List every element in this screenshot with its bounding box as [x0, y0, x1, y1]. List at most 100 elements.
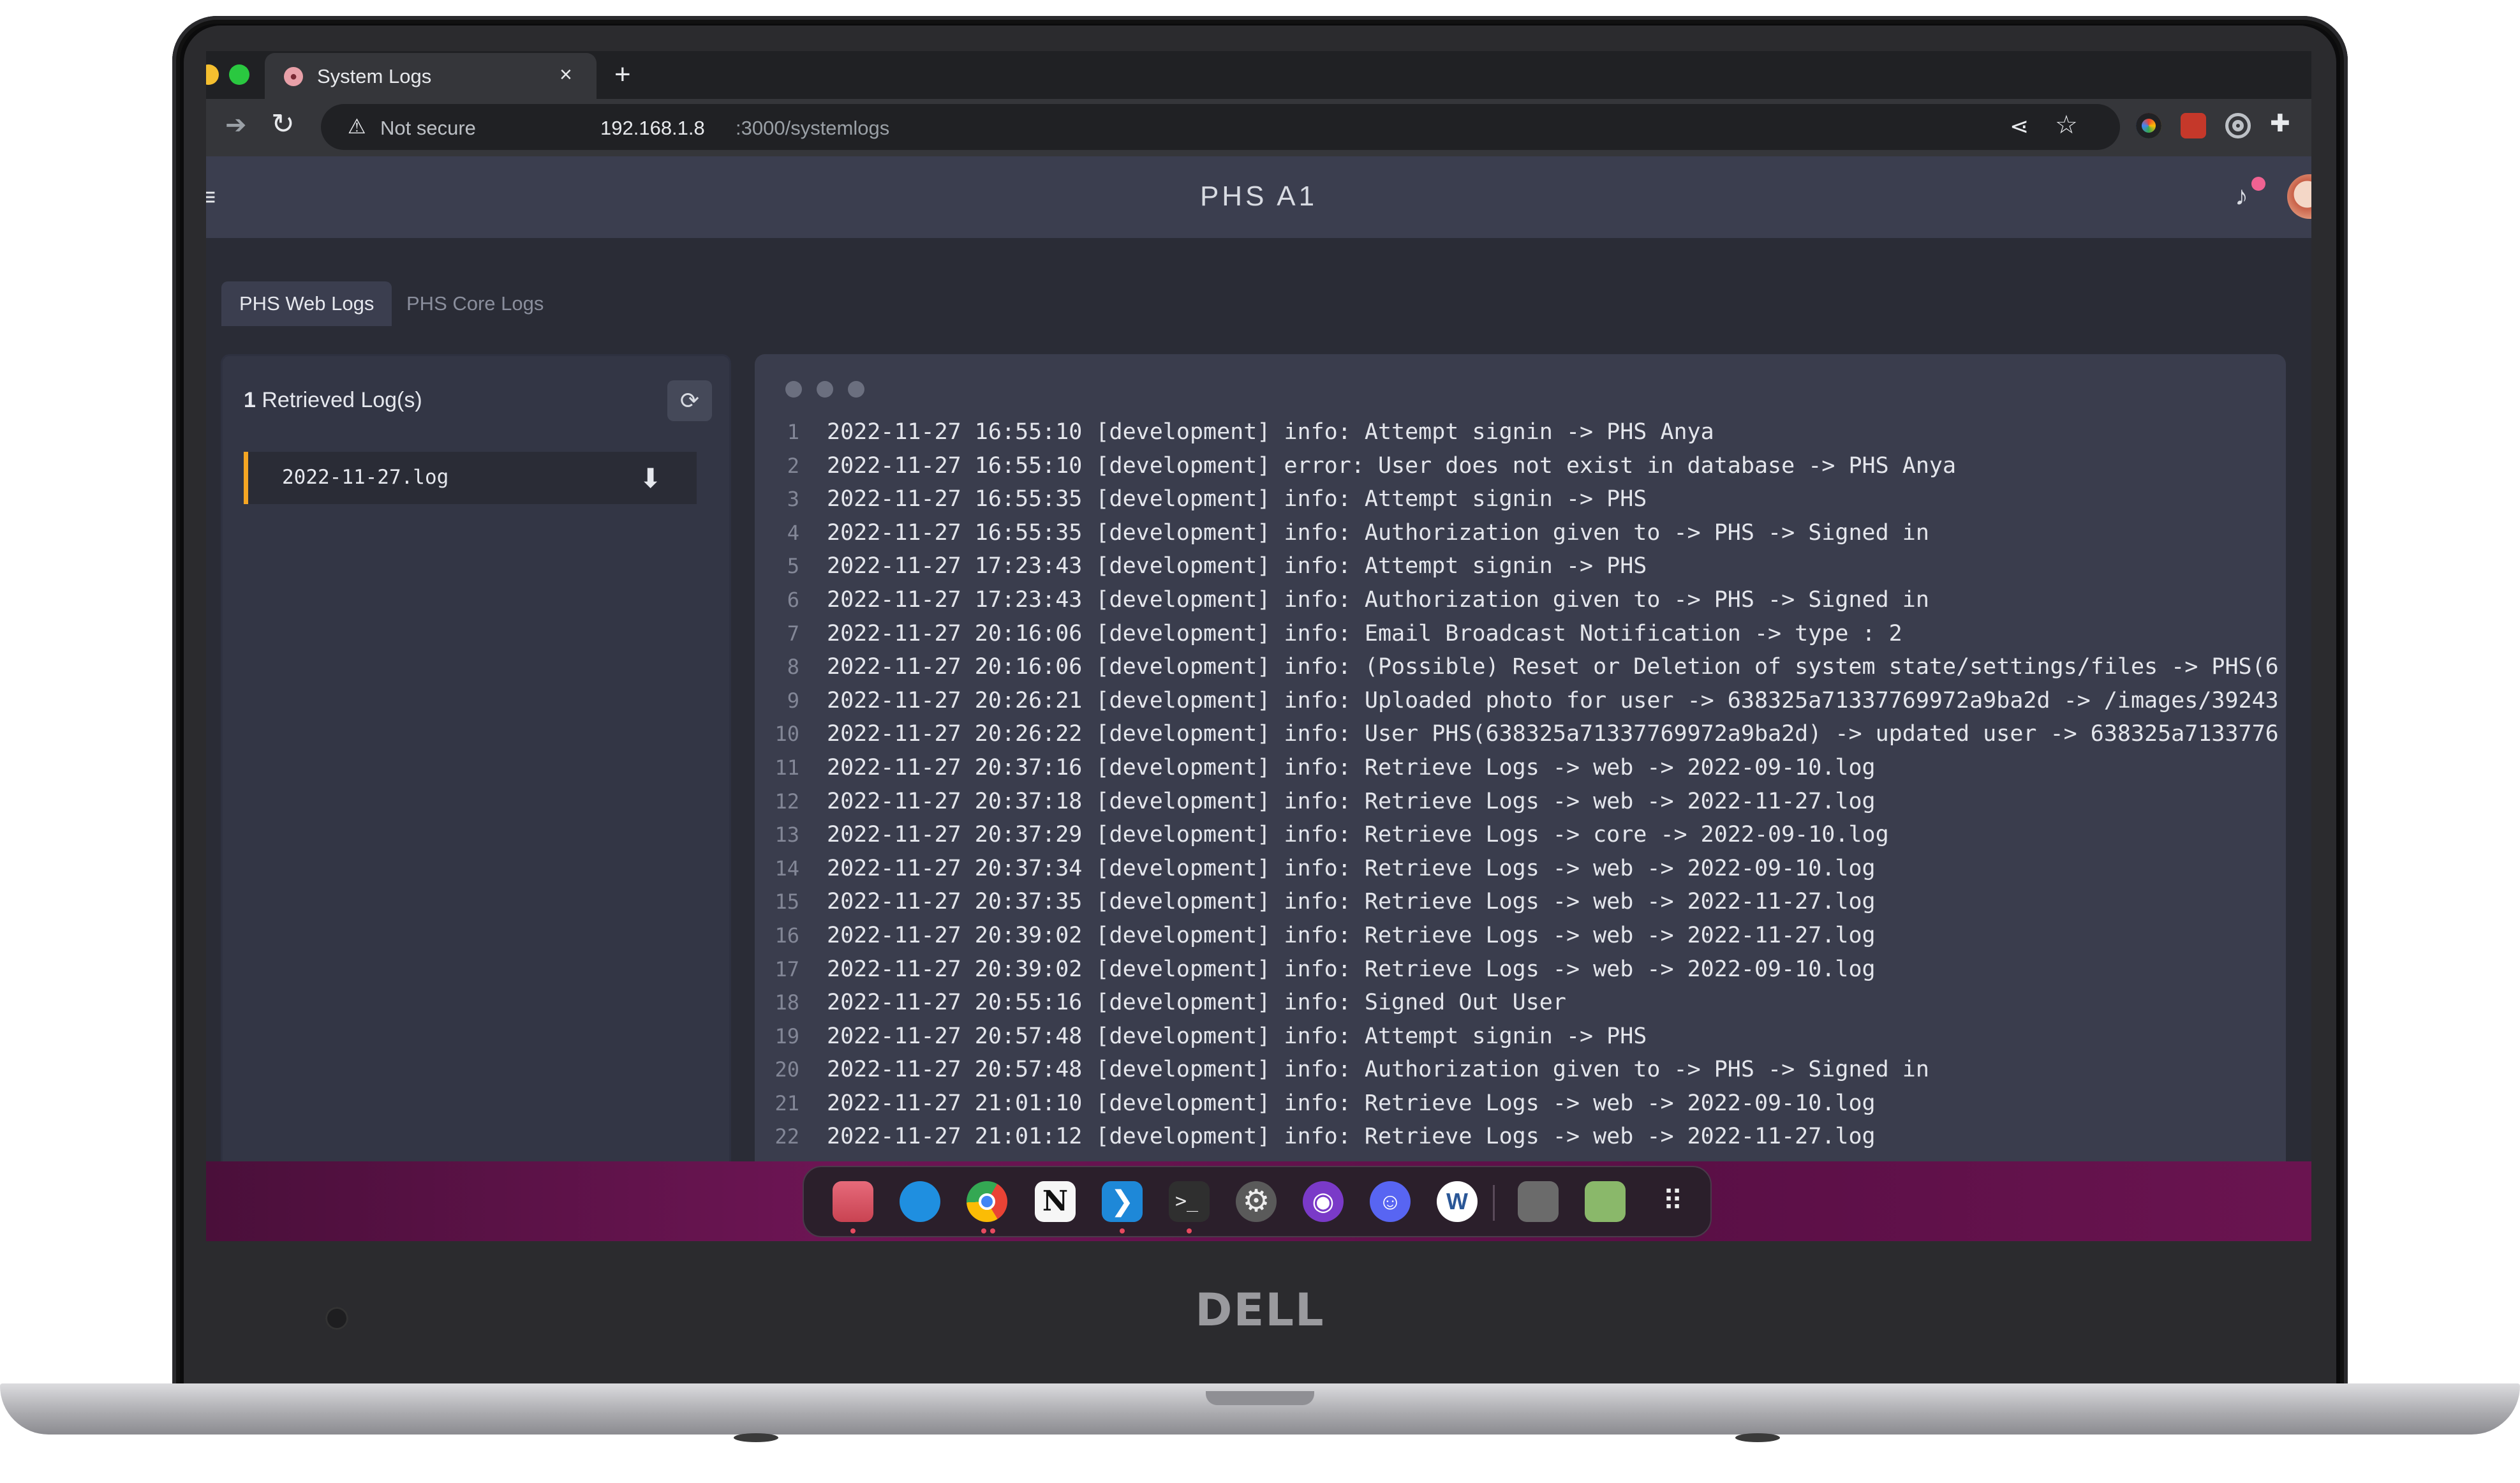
forward-arrow-icon[interactable]: ➔: [225, 110, 247, 140]
log-line: 13 2022-11-27 20:37:29 [development] info…: [755, 818, 2279, 852]
viewer-dot: [785, 381, 802, 398]
download-icon[interactable]: ⬇: [639, 463, 662, 494]
target-icon[interactable]: [2225, 113, 2251, 138]
warning-icon[interactable]: ⚠: [348, 114, 366, 138]
running-indicator: [850, 1228, 856, 1233]
bell-icon[interactable]: ♪: [2235, 181, 2248, 211]
log-line: 12 2022-11-27 20:37:18 [development] info…: [755, 785, 2279, 819]
log-line: 15 2022-11-27 20:37:35 [development] info…: [755, 885, 2279, 919]
line-text: 2022-11-27 20:37:34 [development] info: …: [827, 855, 1876, 881]
line-number: 4: [787, 520, 799, 545]
dock: N ❯ >_ ⚙ ◉ ☺ W ⠿: [803, 1166, 1712, 1237]
word-icon[interactable]: W: [1437, 1181, 1478, 1222]
retrieved-count: 1 Retrieved Log(s): [244, 388, 422, 413]
line-number: 19: [775, 1024, 799, 1048]
line-number: 20: [775, 1057, 799, 1082]
color-picker-icon[interactable]: [2136, 113, 2161, 138]
laptop-notch: [1206, 1391, 1314, 1405]
log-lines: 1 2022-11-27 16:55:10 [development] info:…: [755, 415, 2279, 1154]
notification-badge: [2251, 177, 2265, 191]
running-indicator: [990, 1228, 995, 1233]
browser-toolbar: ➔ ↻ ⚠ Not secure 192.168.1.8 :3000/syste…: [206, 99, 2311, 156]
favicon-pig-icon: ●: [284, 67, 303, 86]
line-text: 2022-11-27 20:57:48 [development] info: …: [827, 1023, 1647, 1049]
line-text: 2022-11-27 17:23:43 [development] info: …: [827, 553, 1647, 579]
log-line: 20 2022-11-27 20:57:48 [development] info…: [755, 1053, 2279, 1087]
browser-tab-strip: ● System Logs × +: [206, 51, 2311, 99]
line-text: 2022-11-27 20:37:29 [development] info: …: [827, 822, 1889, 848]
url-host[interactable]: 192.168.1.8: [600, 117, 705, 140]
log-file-item[interactable]: 2022-11-27.log ⬇: [244, 452, 697, 504]
log-line: 10 2022-11-27 20:26:22 [development] info…: [755, 717, 2279, 751]
line-text: 2022-11-27 20:37:18 [development] info: …: [827, 788, 1876, 814]
line-number: 17: [775, 957, 799, 981]
line-text: 2022-11-27 20:16:06 [development] info: …: [827, 654, 2279, 680]
log-file-name[interactable]: 2022-11-27.log: [282, 466, 448, 489]
log-tabs: PHS Web Logs PHS Core Logs: [221, 281, 604, 330]
log-file-panel: 1 Retrieved Log(s) ⟳ 2022-11-27.log ⬇: [221, 354, 731, 1222]
window-maximize-button[interactable]: [229, 64, 249, 85]
address-bar[interactable]: ⚠ Not secure 192.168.1.8 :3000/systemlog…: [321, 104, 2120, 150]
url-path[interactable]: :3000/systemlogs: [736, 117, 889, 140]
log-viewer[interactable]: 1 2022-11-27 16:55:10 [development] info:…: [755, 354, 2286, 1222]
line-number: 6: [787, 587, 799, 612]
share-icon[interactable]: ⋖: [2010, 113, 2029, 140]
viewer-dot: [817, 381, 833, 398]
tab-title: System Logs: [317, 65, 432, 87]
webcam-dot: [325, 1307, 348, 1330]
line-text: 2022-11-27 20:39:02 [development] info: …: [827, 956, 1876, 982]
line-text: 2022-11-27 21:01:12 [development] info: …: [827, 1124, 1876, 1150]
new-tab-button[interactable]: +: [614, 59, 631, 91]
line-number: 9: [787, 688, 799, 713]
log-line: 1 2022-11-27 16:55:10 [development] info:…: [755, 415, 2279, 449]
line-text: 2022-11-27 20:55:16 [development] info: …: [827, 990, 1566, 1016]
github-desktop-icon[interactable]: ◉: [1303, 1181, 1344, 1222]
log-line: 3 2022-11-27 16:55:35 [development] info:…: [755, 482, 2279, 516]
discord-icon[interactable]: ☺: [1370, 1181, 1411, 1222]
show-apps-icon[interactable]: ⠿: [1652, 1181, 1693, 1222]
line-text: 2022-11-27 16:55:35 [development] info: …: [827, 519, 1929, 546]
log-line: 2 2022-11-27 16:55:10 [development] error…: [755, 449, 2279, 483]
line-text: 2022-11-27 16:55:35 [development] info: …: [827, 486, 1647, 512]
line-number: 15: [775, 890, 799, 914]
line-text: 2022-11-27 20:26:21 [development] info: …: [827, 687, 2279, 713]
refresh-button[interactable]: ⟳: [667, 380, 712, 421]
line-text: 2022-11-27 20:26:22 [development] info: …: [827, 721, 2279, 747]
line-number: 18: [775, 990, 799, 1015]
line-number: 7: [787, 621, 799, 646]
log-line: 6 2022-11-27 17:23:43 [development] info:…: [755, 583, 2279, 617]
settings-icon[interactable]: ⚙: [1236, 1181, 1277, 1222]
terminal-icon[interactable]: >_: [1169, 1181, 1210, 1222]
star-icon[interactable]: ☆: [2055, 110, 2078, 140]
screen: ● System Logs × + ➔ ↻ ⚠ Not secure 192.1…: [206, 51, 2311, 1241]
files-icon[interactable]: [833, 1181, 873, 1222]
tab-close-icon[interactable]: ×: [560, 63, 572, 87]
tab-web-logs[interactable]: PHS Web Logs: [221, 281, 392, 326]
thunderbird-icon[interactable]: [900, 1181, 940, 1222]
line-number: 16: [775, 923, 799, 948]
line-text: 2022-11-27 20:37:35 [development] info: …: [827, 889, 1876, 915]
notion-icon[interactable]: N: [1035, 1181, 1076, 1222]
vscode-icon[interactable]: ❯: [1102, 1181, 1143, 1222]
trash-icon[interactable]: [1585, 1181, 1626, 1222]
web-app: ≡ PHS A1 ♪ PHS Web Logs PHS Core Logs 1 …: [206, 156, 2311, 1222]
laptop-foot: [1735, 1433, 1780, 1442]
window-minimize-button[interactable]: [206, 64, 219, 85]
line-text: 2022-11-27 17:23:43 [development] info: …: [827, 586, 1929, 613]
extension-red-icon[interactable]: [2181, 113, 2206, 138]
line-number: 2: [787, 453, 799, 478]
line-text: 2022-11-27 20:57:48 [development] info: …: [827, 1057, 1929, 1083]
log-line: 19 2022-11-27 20:57:48 [development] info…: [755, 1020, 2279, 1054]
puzzle-icon[interactable]: ✚: [2270, 109, 2290, 138]
line-number: 8: [787, 655, 799, 680]
browser-tab[interactable]: ● System Logs ×: [265, 53, 597, 99]
disk-icon[interactable]: [1518, 1181, 1559, 1222]
reload-icon[interactable]: ↻: [271, 108, 295, 140]
log-line: 11 2022-11-27 20:37:16 [development] info…: [755, 751, 2279, 785]
tab-core-logs[interactable]: PHS Core Logs: [389, 281, 561, 326]
line-number: 1: [787, 420, 799, 444]
not-secure-label[interactable]: Not secure: [380, 117, 476, 140]
log-line: 5 2022-11-27 17:23:43 [development] info:…: [755, 549, 2279, 583]
app-title: PHS A1: [1199, 181, 1318, 212]
line-number: 22: [775, 1124, 799, 1149]
